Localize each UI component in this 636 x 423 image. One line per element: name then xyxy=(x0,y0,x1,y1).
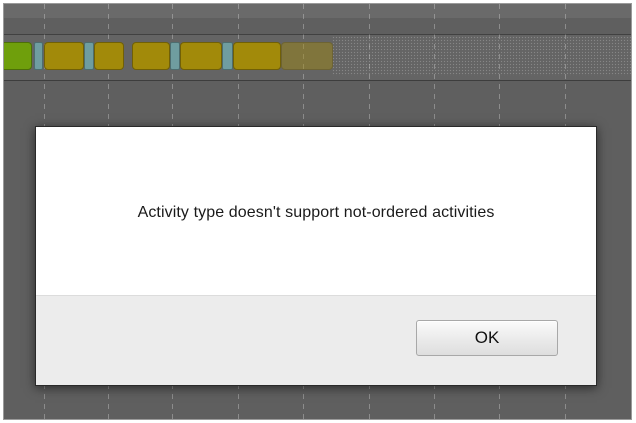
activity-bar[interactable] xyxy=(233,42,281,70)
activity-bar[interactable] xyxy=(132,42,170,70)
unscheduled-area xyxy=(332,36,631,76)
row-divider xyxy=(4,80,631,81)
timeline-header xyxy=(4,4,631,18)
alert-dialog-footer: OK xyxy=(36,295,596,385)
alert-message: Activity type doesn't support not-ordere… xyxy=(137,204,495,221)
activity-bar[interactable] xyxy=(44,42,84,70)
activity-bar[interactable] xyxy=(222,42,233,70)
activity-bar[interactable] xyxy=(170,42,180,70)
activity-bar[interactable] xyxy=(94,42,124,70)
alert-dialog-body: Activity type doesn't support not-ordere… xyxy=(36,127,596,295)
activity-bar[interactable] xyxy=(84,42,94,70)
ok-button[interactable]: OK xyxy=(416,320,558,356)
activity-bar-ghost xyxy=(281,42,333,70)
row-divider xyxy=(4,34,631,35)
alert-dialog: Activity type doesn't support not-ordere… xyxy=(35,126,597,386)
activity-bar[interactable] xyxy=(34,42,43,70)
activity-bar[interactable] xyxy=(4,42,32,70)
activity-bar[interactable] xyxy=(180,42,222,70)
